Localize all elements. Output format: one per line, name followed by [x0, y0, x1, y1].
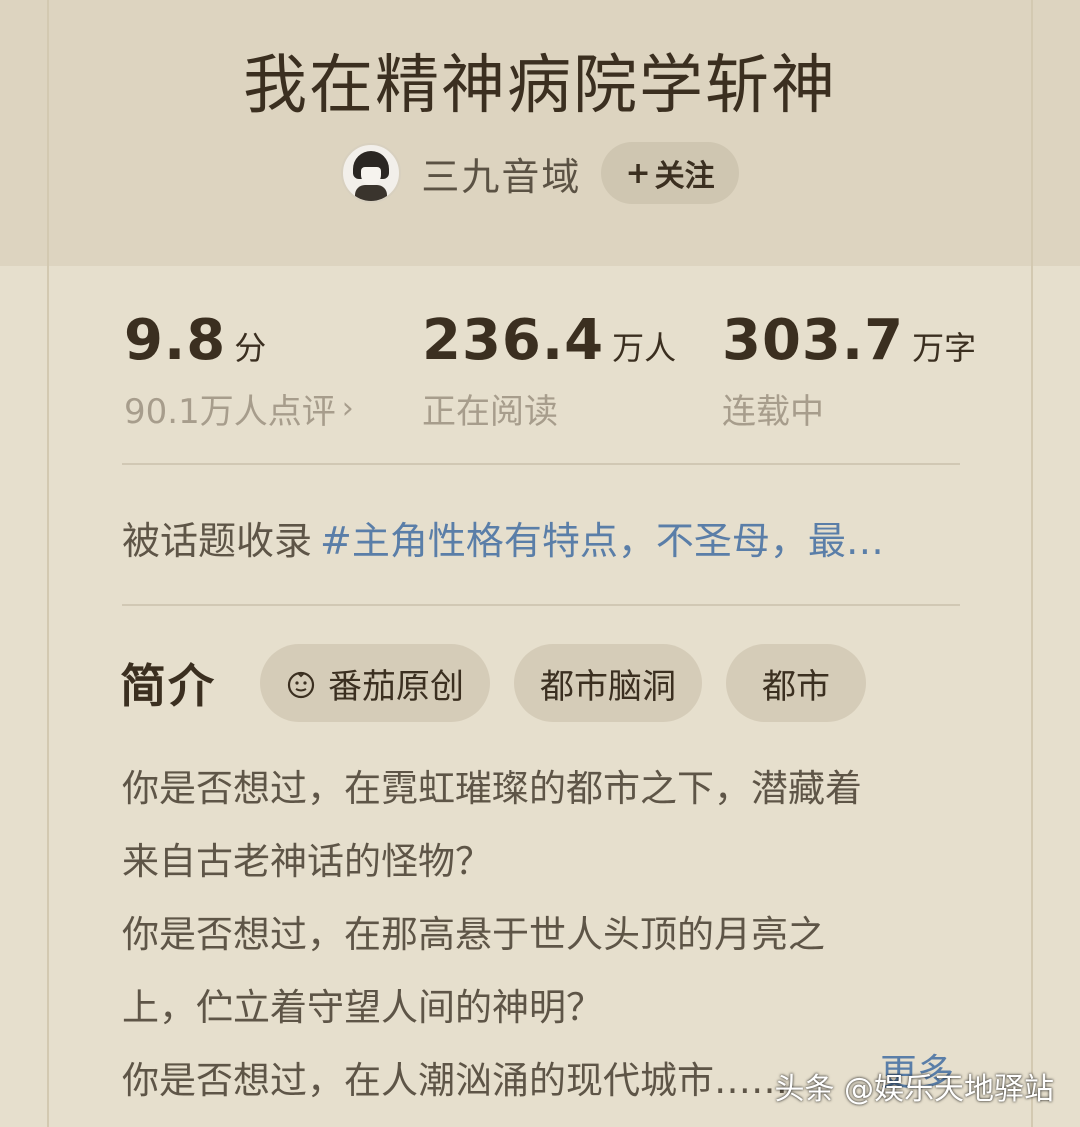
word-count-value: 303.7	[722, 308, 905, 373]
readers-label: 正在阅读	[422, 392, 558, 432]
avatar-face	[361, 167, 382, 185]
synopsis-line: 你是否想过，在那高悬于世人头顶的月亮之	[122, 913, 825, 956]
chevron-right-icon: ›	[341, 391, 354, 426]
word-count-stat: 303.7 万字 连载中	[722, 308, 976, 433]
plus-icon: +	[625, 155, 651, 191]
tag-label: 都市	[762, 666, 830, 707]
intro-heading: 简介	[120, 659, 216, 713]
follow-label: 关注	[654, 159, 715, 194]
topic-prefix: 被话题收录	[122, 519, 313, 563]
serial-status-label: 连载中	[722, 392, 824, 432]
book-detail-page: 我在精神病院学斩神 三九音域 + 关注 9.8 分 90.1万人点评 › 236…	[0, 0, 1080, 1127]
stats-row: 9.8 分 90.1万人点评 › 236.4 万人 正在阅读 303.7 万字	[0, 308, 1080, 438]
synopsis[interactable]: 你是否想过，在霓虹璀璨的都市之下，潜藏着 来自古老神话的怪物？ 你是否想过，在那…	[122, 752, 972, 1117]
book-header: 我在精神病院学斩神 三九音域 + 关注	[0, 0, 1080, 266]
synopsis-line: 上，伫立着守望人间的神明？	[122, 986, 603, 1029]
rating-stat[interactable]: 9.8 分 90.1万人点评 ›	[124, 308, 354, 433]
rating-count-label: 90.1万人点评	[124, 392, 336, 432]
synopsis-line: 你是否想过，在霓虹璀璨的都市之下，潜藏着	[122, 767, 862, 810]
readers-unit: 万人	[612, 329, 677, 367]
tag-urban-fantasy[interactable]: 都市脑洞	[514, 644, 702, 722]
word-count-unit: 万字	[912, 329, 977, 367]
tag-label: 番茄原创	[328, 666, 464, 707]
author-avatar[interactable]	[341, 143, 402, 203]
synopsis-line: 来自古老神话的怪物？	[122, 840, 492, 883]
left-edge-line	[47, 0, 49, 1127]
rating-value: 9.8	[124, 308, 227, 373]
follow-button[interactable]: + 关注	[601, 142, 739, 204]
tag-label: 都市脑洞	[540, 666, 676, 707]
divider	[122, 604, 960, 606]
watermark: 头条 @娱乐天地驿站	[774, 1072, 1054, 1107]
author-name[interactable]: 三九音域	[421, 146, 581, 201]
author-row: 三九音域 + 关注	[0, 140, 1080, 206]
intro-header-row: 简介 番茄原创 都市脑洞 都市	[120, 644, 866, 722]
topic-link[interactable]: #主角性格有特点，不圣母，最…	[320, 519, 884, 563]
avatar-body	[355, 185, 388, 201]
right-edge-line	[1031, 0, 1033, 1127]
book-title: 我在精神病院学斩神	[243, 49, 837, 123]
topic-row[interactable]: 被话题收录 #主角性格有特点，不圣母，最…	[122, 510, 962, 565]
readers-stat: 236.4 万人 正在阅读	[422, 308, 676, 433]
divider	[122, 463, 960, 465]
tag-fanqie-original[interactable]: 番茄原创	[260, 644, 490, 722]
tomato-original-icon	[286, 668, 316, 699]
rating-unit: 分	[234, 329, 267, 367]
tag-urban[interactable]: 都市	[726, 644, 866, 722]
readers-value: 236.4	[422, 308, 605, 373]
